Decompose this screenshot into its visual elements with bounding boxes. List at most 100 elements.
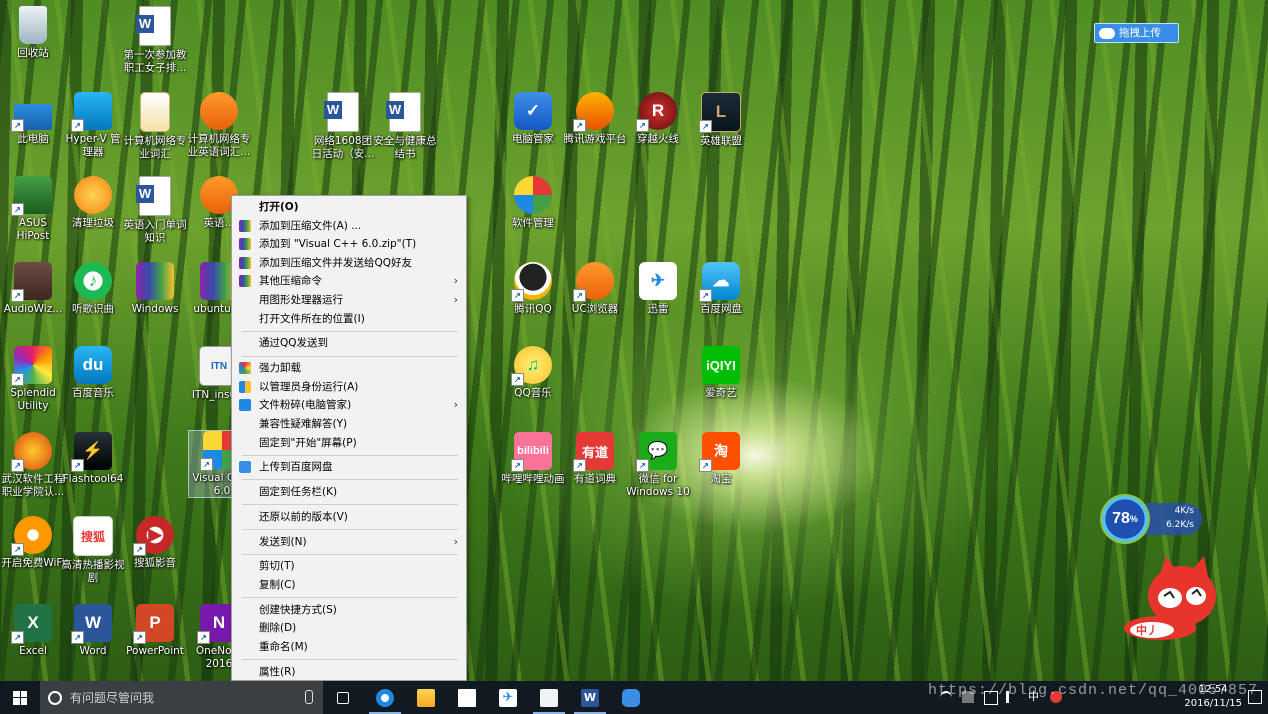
menu-properties[interactable]: 属性(R) (232, 663, 466, 682)
tencent-games-icon[interactable]: ↗ 腾讯游戏平台 (562, 92, 628, 146)
excel-icon[interactable]: X ↗ Excel (0, 604, 66, 658)
crossfire-icon[interactable]: R ↗ 穿越火线 (625, 92, 691, 146)
taskbar-edge[interactable] (365, 681, 405, 714)
music-icon: ♪ (74, 262, 112, 300)
hyperv-icon[interactable]: ↗ Hyper-V 管 理器 (60, 92, 126, 159)
menu-troubleshoot-compat[interactable]: 兼容性疑难解答(Y) (232, 415, 466, 434)
icon-label: 腾讯QQ (514, 303, 552, 315)
qq-music-icon[interactable]: ♫ ↗ QQ音乐 (500, 346, 566, 400)
document-icon (140, 92, 170, 132)
menu-separator (242, 454, 458, 456)
taskbar-baidu-netdisk[interactable] (611, 681, 651, 714)
menu-label: 文件粉碎(电脑管家) (259, 399, 352, 412)
youdao-icon[interactable]: 有道 ↗ 有道词典 (562, 432, 628, 486)
sohu-video-icon[interactable]: 搜狐 高清热播影视 剧 (60, 516, 126, 585)
menu-create-shortcut[interactable]: 创建快捷方式(S) (232, 601, 466, 620)
software-manager-icon[interactable]: 软件管理 (500, 176, 566, 230)
network-speed-widget[interactable]: 4K/s 6.2K/s 78% (1100, 494, 1204, 544)
pc-manager-icon[interactable]: ✓ 电脑管家 (500, 92, 566, 146)
download-speed: 6.2K/s (1166, 520, 1194, 530)
sohu-player-icon[interactable]: ▶ ↗ 搜狐影音 (122, 516, 188, 570)
flashtool-icon[interactable]: ⚡ ↗ Flashtool64 (60, 432, 126, 486)
menu-archive-send-qq[interactable]: 添加到压缩文件并发送给QQ好友 (232, 254, 466, 273)
clean-junk-icon[interactable]: 清理垃圾 (60, 176, 126, 230)
menu-open[interactable]: 打开(O) (232, 198, 466, 217)
menu-add-to-archive[interactable]: 添加到压缩文件(A) ... (232, 217, 466, 236)
menu-run-as-admin[interactable]: 以管理员身份运行(A) (232, 378, 466, 397)
cortana-search-box[interactable]: 有问题尽管问我 (40, 681, 323, 714)
menu-open-file-location[interactable]: 打开文件所在的位置(I) (232, 310, 466, 329)
menu-restore-versions[interactable]: 还原以前的版本(V) (232, 508, 466, 527)
xunlei-icon[interactable]: ✈ 迅雷 (625, 262, 691, 316)
menu-add-to-zip[interactable]: 添加到 "Visual C++ 6.0.zip"(T) (232, 235, 466, 254)
this-pc-icon[interactable]: ↗ 此电脑 (0, 92, 66, 146)
word-icon[interactable]: W ↗ Word (60, 604, 126, 658)
icon-label: 腾讯游戏平台 (563, 133, 627, 145)
menu-force-uninstall[interactable]: 强力卸载 (232, 359, 466, 378)
menu-send-via-qq[interactable]: 通过QQ发送到 (232, 334, 466, 353)
baidu-netdisk-icon[interactable]: ☁ ↗ 百度网盘 (688, 262, 754, 316)
lol-logo-icon: L ↗ (699, 92, 741, 133)
taskbar-store[interactable] (447, 681, 487, 714)
menu-pin-to-taskbar[interactable]: 固定到任务栏(K) (232, 483, 466, 502)
free-wifi-icon[interactable]: ↗ 开启免费WiFi (0, 516, 66, 570)
desktop-doc-icon[interactable]: 计算机网络专 业英语词汇... (186, 92, 252, 159)
task-view-button[interactable] (323, 681, 363, 714)
fox-mascot[interactable]: 中丿 (1122, 556, 1226, 644)
microphone-icon[interactable] (305, 690, 313, 704)
menu-upload-baidu[interactable]: 上传到百度网盘 (232, 458, 466, 477)
iqiyi-icon[interactable]: iQIYI 爱奇艺 (688, 346, 754, 400)
asus-hipost-icon[interactable]: ↗ ASUS HiPost (0, 176, 66, 243)
taskbar-file-explorer[interactable] (406, 681, 446, 714)
chevron-right-icon: › (453, 292, 458, 306)
menu-cut[interactable]: 剪切(T) (232, 557, 466, 576)
menu-run-with-gpu[interactable]: 用图形处理器运行 › (232, 291, 466, 310)
menu-label: 剪切(T) (259, 560, 295, 573)
menu-copy[interactable]: 复制(C) (232, 576, 466, 595)
baidu-music-icon[interactable]: du 百度音乐 (60, 346, 126, 400)
icon-label: Hyper-V 管 理器 (65, 133, 121, 158)
wechat-icon[interactable]: 💬 ↗ 微信 for Windows 10 (625, 432, 691, 499)
desktop-doc-icon[interactable]: 网络1608团 日活动（安... (310, 92, 376, 161)
taskbar-word[interactable]: W (570, 681, 610, 714)
desktop-doc-icon[interactable]: 第一次参加教 职工女子排... (122, 6, 188, 75)
baidu-drag-upload-button[interactable]: 拖拽上传 (1094, 23, 1179, 43)
recycle-bin-icon[interactable]: 回收站 (0, 6, 66, 60)
icon-label: 哔哩哔哩动画 (501, 473, 565, 485)
excel-logo-icon: X ↗ (11, 604, 52, 644)
taskbar-xunlei[interactable]: ✈ (488, 681, 528, 714)
desktop-doc-icon[interactable]: 英语入门单词 知识 (122, 176, 188, 245)
lol-icon[interactable]: L ↗ 英雄联盟 (688, 92, 754, 148)
menu-send-to[interactable]: 发送到(N) › (232, 533, 466, 552)
menu-file-shredder[interactable]: 文件粉碎(电脑管家) › (232, 396, 466, 415)
menu-label: 添加到压缩文件并发送给QQ好友 (259, 256, 413, 269)
uc-browser-icon[interactable]: ↗ UC浏览器 (562, 262, 628, 316)
song-recognition-icon[interactable]: ♪ 听歌识曲 (60, 262, 126, 316)
word-doc-icon (136, 176, 171, 216)
powerpoint-icon[interactable]: P ↗ PowerPoint (122, 604, 188, 658)
icon-label: 计算机网络专 业英语词汇... (187, 133, 251, 158)
bilibili-icon[interactable]: bilibili ↗ 哔哩哔哩动画 (500, 432, 566, 486)
taobao-icon[interactable]: 淘 ↗ 淘宝 (688, 432, 754, 486)
icon-label: 网络1608团 日活动（安... (311, 135, 375, 160)
menu-pin-to-start[interactable]: 固定到"开始"屏幕(P) (232, 434, 466, 453)
taskbar-visual-cpp[interactable] (529, 681, 569, 714)
start-button[interactable] (0, 681, 40, 714)
desktop-doc-icon[interactable]: 计算机网络专 业词汇 (122, 92, 188, 161)
drag-upload-label: 拖拽上传 (1119, 27, 1161, 39)
menu-delete[interactable]: 删除(D) (232, 619, 466, 638)
menu-rename[interactable]: 重命名(M) (232, 638, 466, 657)
icon-label: AudioWiz... (3, 303, 63, 315)
windows-archive-icon[interactable]: Windows (122, 262, 188, 316)
menu-separator (242, 553, 458, 555)
percent-sign: % (1129, 514, 1138, 524)
audiowizard-icon[interactable]: ↗ AudioWiz... (0, 262, 66, 316)
splendid-utility-icon[interactable]: ↗ Splendid Utility (0, 346, 66, 413)
menu-other-compress[interactable]: 其他压缩命令 › (232, 272, 466, 291)
whsep-auth-icon[interactable]: ↗ 武汉软件工程 职业学院认... (0, 432, 66, 499)
school-logo-icon: ↗ (11, 432, 52, 472)
desktop-doc-icon[interactable]: 安全与健康总 结书 (372, 92, 438, 161)
tencent-qq-icon[interactable]: ↗ 腾讯QQ (500, 262, 566, 316)
baidu-cloud-icon (239, 461, 251, 474)
icon-label: 英语入门单词 知识 (123, 219, 187, 244)
